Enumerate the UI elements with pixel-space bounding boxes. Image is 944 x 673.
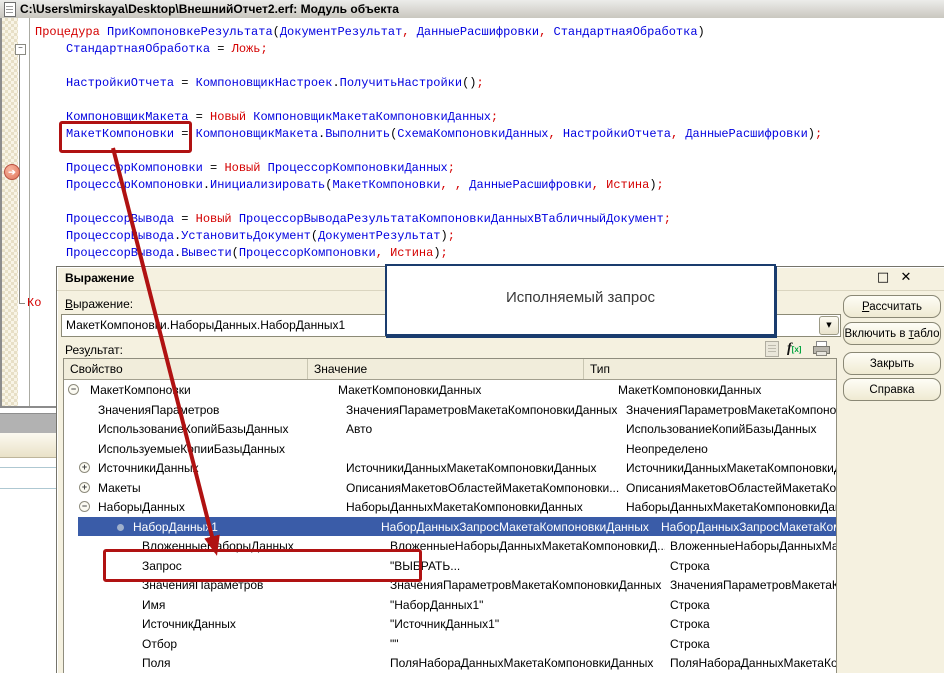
expand-icon[interactable]: +: [79, 462, 90, 473]
code-line: СтандартнаяОбработка = Ложь;: [66, 42, 268, 56]
property-row[interactable]: − МакетКомпоновки МакетКомпоновкиДанных Мак…: [64, 380, 836, 400]
property-row[interactable]: − НаборыДанных НаборыДанныхМакетаКомпоновк…: [64, 497, 836, 517]
code-line: ПроцессорКомпоновки = Новый ПроцессорКом…: [66, 161, 455, 175]
background-grid-line: [0, 467, 56, 468]
result-toolbar: f[x]: [761, 341, 837, 358]
property-row[interactable]: ИспользуемыеКопииБазыДанных Неопределено: [64, 439, 836, 459]
code-line: ПроцессорВывода = Новый ПроцессорВыводаР…: [66, 212, 671, 226]
save-icon[interactable]: [765, 341, 779, 357]
function-icon[interactable]: f[x]: [787, 341, 801, 358]
table-header: Свойство Значение Тип: [64, 359, 836, 380]
property-row[interactable]: НаборДанных1 НаборДанныхЗапросМакетаКомпо…: [64, 516, 836, 537]
property-row[interactable]: ИсточникДанных "ИсточникДанных1" Строка: [64, 614, 836, 634]
dialog-title: Выражение: [65, 271, 135, 285]
column-header-type[interactable]: Тип: [584, 359, 836, 379]
editor-titlebar[interactable]: C:\Users\mirskaya\Desktop\ВнешнийОтчет2.…: [0, 0, 944, 19]
expand-icon[interactable]: +: [79, 481, 90, 493]
add-to-watch-button[interactable]: Включить в табло: [843, 322, 941, 345]
property-row[interactable]: Имя "НаборДанных1" Строка: [64, 595, 836, 615]
property-row[interactable]: Отбор "" Строка: [64, 634, 836, 654]
column-header-value[interactable]: Значение: [308, 359, 584, 379]
document-icon: [4, 2, 16, 17]
property-row[interactable]: + Макеты ОписанияМакетовОбластейМакетаКомп…: [64, 478, 836, 498]
column-header-property[interactable]: Свойство: [64, 359, 308, 379]
code-line: НастройкиОтчета = КомпоновщикНастроек.По…: [66, 76, 484, 90]
annotation-box-maket-komponovki: [59, 121, 192, 153]
help-button[interactable]: Справка: [843, 378, 941, 401]
annotation-callout: Исполняемый запрос: [385, 264, 776, 336]
print-icon[interactable]: [813, 341, 830, 356]
collapse-icon[interactable]: −: [79, 501, 90, 512]
property-row[interactable]: Поля ПоляНабораДанныхМакетаКомпоновкиДанн…: [64, 653, 836, 673]
collapse-icon[interactable]: −: [68, 384, 79, 395]
property-row[interactable]: + ИсточникиДанных ИсточникиДанныхМакетаКом…: [64, 458, 836, 478]
close-button[interactable]: Закрыть: [843, 352, 941, 375]
editor-title: C:\Users\mirskaya\Desktop\ВнешнийОтчет2.…: [20, 2, 399, 16]
code-line: Процедура ПриКомпоновкеРезультата(Докуме…: [35, 25, 705, 39]
fold-line-corner: [19, 303, 25, 304]
code-line: ПроцессорВывода.УстановитьДокумент(Докум…: [66, 229, 455, 243]
background-grid-line: [0, 488, 56, 489]
property-row[interactable]: ИспользованиеКопийБазыДанных Авто Использо…: [64, 419, 836, 439]
current-line-marker-icon: ➔: [4, 164, 20, 180]
background-window-gray-band: [0, 413, 56, 433]
calculate-button[interactable]: Рассчитать: [843, 295, 941, 318]
close-icon[interactable]: ✕: [898, 270, 914, 286]
background-window-beige-band: [0, 433, 56, 458]
result-label: Результат:: [65, 343, 124, 357]
property-row[interactable]: ЗначенияПараметров ЗначенияПараметровМаке…: [64, 400, 836, 420]
maximize-icon[interactable]: □: [875, 270, 891, 286]
expression-label: Выражение:: [65, 297, 134, 311]
code-trailing-fragment: Ко: [27, 296, 42, 310]
code-line: ПроцессорВывода.Вывести(ПроцессорКомпоно…: [66, 246, 448, 260]
chevron-down-icon[interactable]: ▼: [819, 316, 839, 335]
screen: C:\Users\mirskaya\Desktop\ВнешнийОтчет2.…: [0, 0, 944, 673]
table-rows: − МакетКомпоновки МакетКомпоновкиДанных Мак…: [64, 380, 836, 673]
property-table[interactable]: Свойство Значение Тип − МакетКомпоновки Ма…: [63, 358, 837, 673]
bullet-icon: [117, 523, 124, 531]
code-line: ПроцессорКомпоновки.Инициализировать(Мак…: [66, 178, 664, 192]
annotation-box-zapros-row: [103, 549, 422, 582]
